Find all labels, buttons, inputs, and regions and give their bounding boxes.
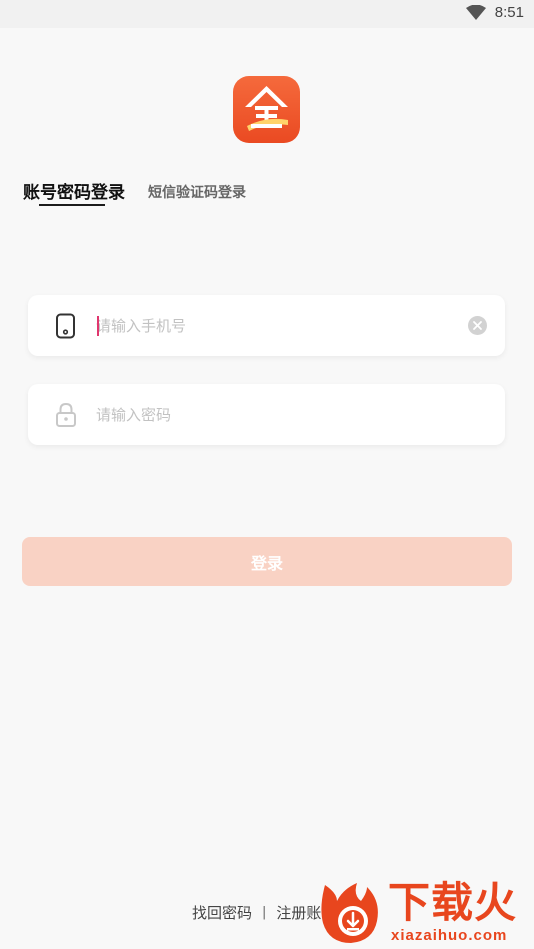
text-cursor [97,316,99,336]
tab-active-indicator [39,204,105,206]
watermark-logo: 下载火 xiazaihuo.com [313,877,534,949]
footer-separator: | [262,905,267,920]
phone-field[interactable] [28,295,505,356]
watermark-domain: xiazaihuo.com [391,927,508,944]
tab-sms-code[interactable]: 短信验证码登录 [148,182,246,202]
phone-input[interactable] [96,295,456,356]
status-bar: 8:51 [0,0,534,28]
lock-icon [56,402,76,427]
clear-icon[interactable] [468,316,487,335]
forgot-password-link[interactable]: 找回密码 [192,902,252,923]
password-input[interactable] [96,384,456,445]
phone-icon [56,313,75,339]
password-field[interactable] [28,384,505,445]
status-time: 8:51 [494,4,524,21]
tab-account-password[interactable]: 账号密码登录 [23,178,125,203]
login-button[interactable]: 登录 [22,537,512,586]
app-logo [233,76,300,143]
flame-icon [321,883,378,943]
wifi-icon [466,5,486,20]
watermark-brand: 下载火 [388,878,518,927]
